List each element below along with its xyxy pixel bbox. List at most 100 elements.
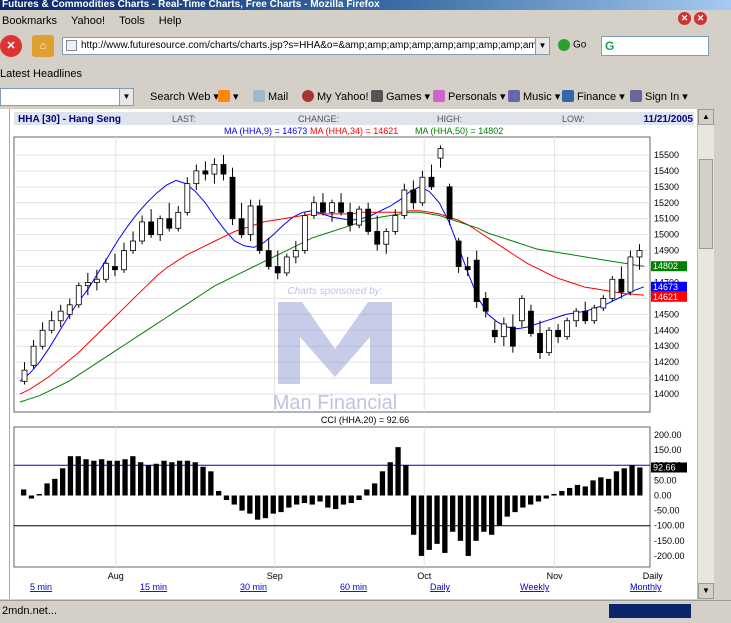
window-title-bar: Futures & Commodities Charts - Real-Time… <box>0 0 731 10</box>
scroll-down-icon[interactable]: ▼ <box>698 583 714 599</box>
interval-tabs: 5 min 15 min 30 min 60 min Daily Weekly Monthl… <box>30 582 662 592</box>
chart-symbol: HHA [30] - Hang Seng <box>18 114 121 125</box>
candle-body <box>229 176 236 220</box>
stop-icon[interactable]: ✕ <box>0 35 22 57</box>
games-button[interactable]: Games ▾ <box>371 90 430 103</box>
chart-date: 11/21/2005 <box>644 114 694 125</box>
finance-button[interactable]: Finance ▾ <box>562 90 625 103</box>
close-window-icon[interactable]: ✕ <box>694 12 707 25</box>
ma50-legend: MA (HHA,50) = 14802 <box>415 126 503 136</box>
cci-bar <box>395 447 401 496</box>
chart-high-label: HIGH: <box>437 114 462 124</box>
cci-bar <box>629 465 635 496</box>
candle-body <box>491 329 498 338</box>
candle-body <box>121 250 127 271</box>
music-button[interactable]: Music ▾ <box>508 90 560 103</box>
candle-body <box>446 186 453 220</box>
window-title: Futures & Commodities Charts - Real-Time… <box>2 0 380 10</box>
price-tick-label: 15500 <box>654 150 679 160</box>
candle-body <box>139 221 145 242</box>
cci-bar <box>138 462 144 496</box>
my-yahoo-button[interactable]: My Yahoo! <box>302 90 369 103</box>
interval-tab[interactable]: Daily <box>430 582 451 592</box>
cci-bar <box>489 495 495 535</box>
candle-body <box>112 266 118 271</box>
menu-tools[interactable]: Tools <box>119 15 145 27</box>
cci-tick-label: -200.00 <box>654 551 685 561</box>
cci-bar <box>411 495 417 535</box>
candle-body <box>57 310 64 322</box>
mail-button[interactable]: Mail <box>253 90 288 103</box>
scroll-thumb[interactable] <box>699 159 713 249</box>
interval-tab[interactable]: 30 min <box>240 582 267 592</box>
candle-body <box>573 310 580 322</box>
headlines-bookmark[interactable]: Latest Headlines <box>0 66 82 82</box>
candle-body <box>636 250 643 258</box>
url-dropdown-icon[interactable]: ▼ <box>535 38 549 54</box>
cci-bar <box>372 483 378 496</box>
sign-in-button[interactable]: Sign In ▾ <box>630 90 688 103</box>
price-tick-label: 14400 <box>654 325 679 335</box>
mail-label: Mail <box>268 91 289 103</box>
watermark-sponsor-text: Charts sponsored by: <box>287 286 382 297</box>
cci-bar <box>559 490 565 496</box>
candle-body <box>66 304 73 315</box>
cci-bar <box>52 478 58 496</box>
price-value-tag-label: 14673 <box>653 282 678 292</box>
menu-yahoo[interactable]: Yahoo! <box>71 15 105 27</box>
price-tick-label: 15100 <box>654 214 679 224</box>
home-icon[interactable]: ⌂ <box>32 35 54 57</box>
cci-bar <box>247 495 253 514</box>
candle-body <box>455 240 462 267</box>
interval-tab[interactable]: Weekly <box>520 582 550 592</box>
search-box[interactable]: G <box>601 36 709 56</box>
toolbar-search-input[interactable]: ▼ <box>0 88 134 106</box>
cci-bar <box>637 467 643 496</box>
price-tick-label: 15300 <box>654 182 679 192</box>
interval-tab[interactable]: 5 min <box>30 582 52 592</box>
cci-bar <box>309 495 315 505</box>
price-axis: 1400014100142001430014400145001460014700… <box>651 150 687 399</box>
cci-bar <box>590 480 596 496</box>
cci-bar <box>255 495 261 520</box>
cci-bar <box>317 495 323 502</box>
vertical-scrollbar[interactable]: ▲ ▼ <box>697 109 714 599</box>
chevron-down-icon[interactable]: ▼ <box>119 89 133 105</box>
search-web-button[interactable]: Search Web ▾ <box>150 90 219 103</box>
candle-body <box>265 250 272 267</box>
yahoo-options-button[interactable]: ▾ <box>218 90 239 103</box>
menu-help[interactable]: Help <box>159 15 182 27</box>
cci-bar <box>130 456 136 496</box>
scroll-up-icon[interactable]: ▲ <box>698 109 714 125</box>
menu-bar: Bookmarks Yahoo! Tools Help <box>0 11 731 31</box>
candle-body <box>247 205 254 236</box>
cci-bar <box>426 495 432 550</box>
candle-body <box>202 170 209 175</box>
cci-bar <box>582 486 588 496</box>
candle-body <box>555 329 561 338</box>
personals-button[interactable]: Personals ▾ <box>433 90 506 103</box>
interval-tab[interactable]: Monthly <box>630 582 662 592</box>
candle-body <box>473 259 480 302</box>
cci-bar <box>598 477 604 496</box>
go-button[interactable]: Go <box>558 39 586 51</box>
cci-bar <box>83 459 89 496</box>
finance-label: Finance <box>577 91 617 103</box>
stop-icon-small[interactable]: ✕ <box>678 12 691 25</box>
cci-bar <box>504 495 510 517</box>
cci-bar <box>606 478 612 496</box>
price-tick-label: 15000 <box>654 230 679 240</box>
interval-tab[interactable]: 15 min <box>140 582 167 592</box>
chart-low-label: LOW: <box>562 114 585 124</box>
url-input[interactable]: http://www.futuresource.com/charts/chart… <box>62 37 550 55</box>
price-tick-label: 15200 <box>654 198 679 208</box>
cci-bar <box>145 465 152 496</box>
candle-body <box>292 250 299 258</box>
candle-body <box>193 170 200 185</box>
candle-body <box>220 164 227 175</box>
candle-body <box>428 176 435 188</box>
interval-tab[interactable]: 60 min <box>340 582 367 592</box>
menu-bookmarks[interactable]: Bookmarks <box>2 15 57 27</box>
candle-body <box>211 164 218 175</box>
candle-body <box>39 329 46 347</box>
